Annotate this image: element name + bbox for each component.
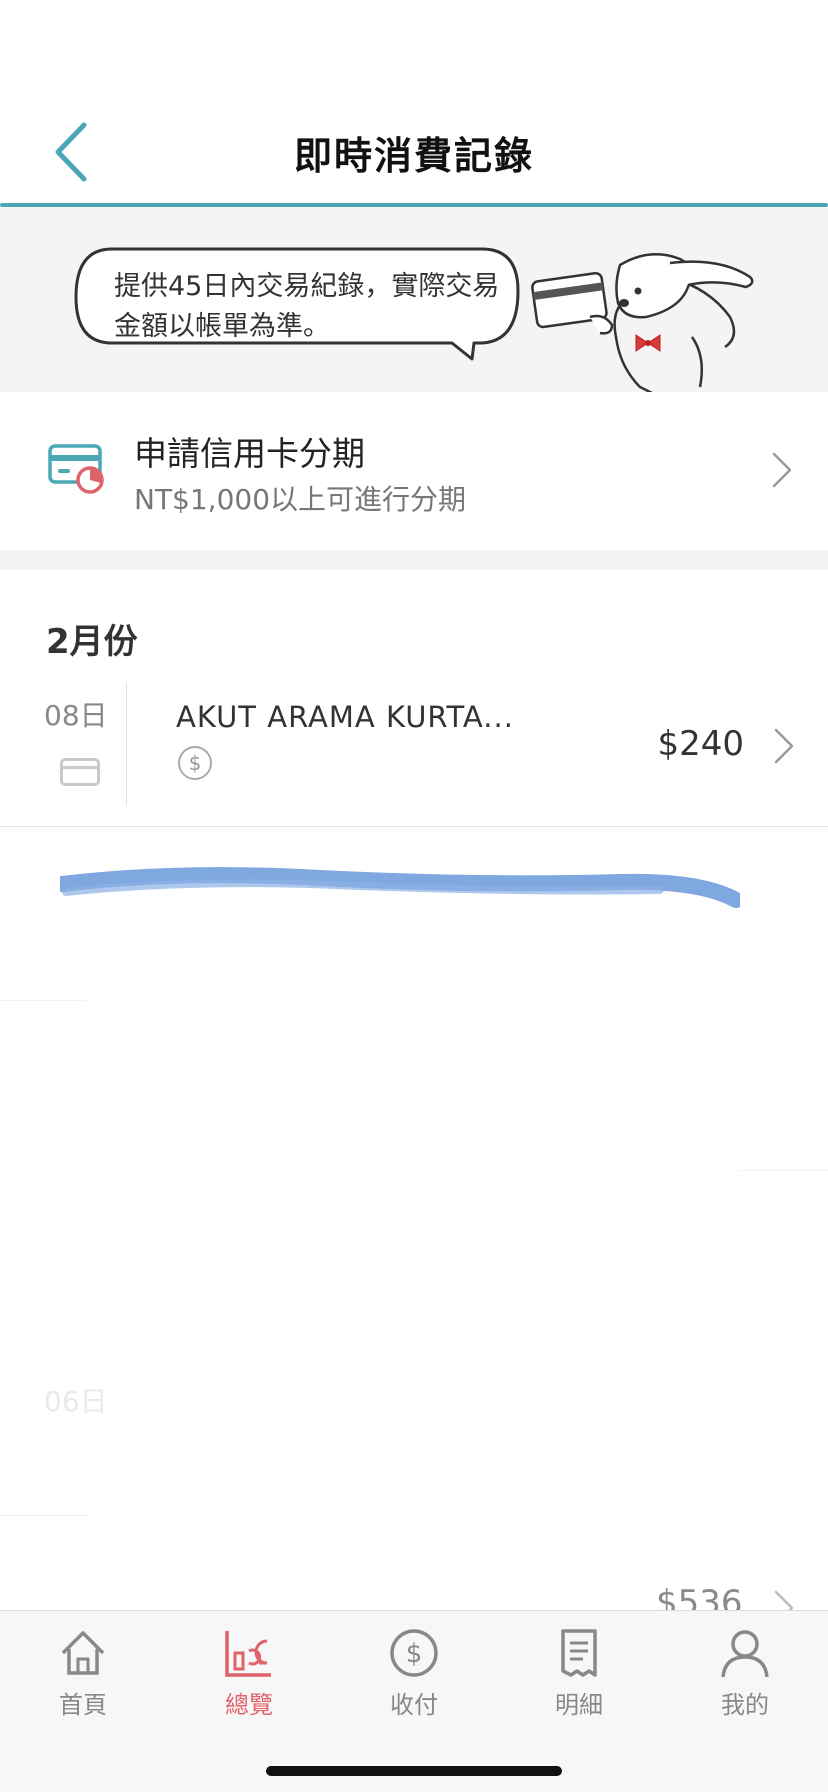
receipt-icon [561, 1629, 597, 1677]
home-indicator [266, 1766, 562, 1776]
overview-chart-icon [225, 1631, 271, 1677]
notice-text: 提供45日內交易紀錄，實際交易金額以帳單為準。 [114, 271, 500, 342]
faded-separator [740, 1170, 828, 1171]
user-icon [721, 1630, 769, 1678]
tab-profile[interactable]: 我的 [690, 1627, 800, 1727]
bottom-tab-bar: 首頁 總覽 $ 收付 明細 我的 [0, 1610, 828, 1792]
tab-home[interactable]: 首頁 [28, 1627, 138, 1727]
chevron-right-icon [772, 452, 792, 488]
transaction-day: 08日 [44, 699, 108, 732]
nav-header: 即時消費記錄 [0, 0, 828, 207]
tab-details[interactable]: 明細 [524, 1627, 634, 1727]
svg-text:$: $ [406, 1639, 423, 1669]
faded-separator [0, 1000, 86, 1001]
dollar-coin-icon: $ [390, 1629, 438, 1677]
transaction-row[interactable]: 08日 AKUT ARAMA KURTA... $ $240 [0, 682, 828, 827]
tab-payment[interactable]: $ 收付 [359, 1627, 469, 1727]
app-screen: 即時消費記錄 提供45日內交易紀錄，實際交易金額以帳單為準。 申請信用卡分期 N… [0, 0, 828, 1792]
row-separator [0, 826, 828, 827]
dollar-icon: $ [178, 746, 212, 780]
notice-banner: 提供45日內交易紀錄，實際交易金額以帳單為準。 [0, 207, 828, 392]
dog-mascot-illustration [531, 253, 754, 392]
redaction-stroke [60, 867, 740, 908]
transaction-merchant: AKUT ARAMA KURTA... [176, 700, 514, 734]
transaction-amount: $240 [657, 724, 744, 764]
credit-card-installment-icon [48, 444, 104, 494]
page-title: 即時消費記錄 [293, 134, 534, 178]
installment-title: 申請信用卡分期 [134, 434, 365, 473]
tab-overview[interactable]: 總覽 [194, 1627, 304, 1727]
row-divider [126, 682, 127, 806]
installment-subtitle: NT$1,000以上可進行分期 [134, 483, 467, 516]
month-header: 2月份 [46, 622, 138, 662]
installment-row[interactable]: 申請信用卡分期 NT$1,000以上可進行分期 [0, 392, 828, 550]
card-icon [60, 758, 100, 786]
chevron-right-icon [774, 728, 794, 764]
faded-transaction-day: 06日 [44, 1385, 108, 1418]
faded-separator [0, 1515, 90, 1516]
home-icon [61, 1631, 105, 1675]
section-divider [0, 550, 828, 570]
